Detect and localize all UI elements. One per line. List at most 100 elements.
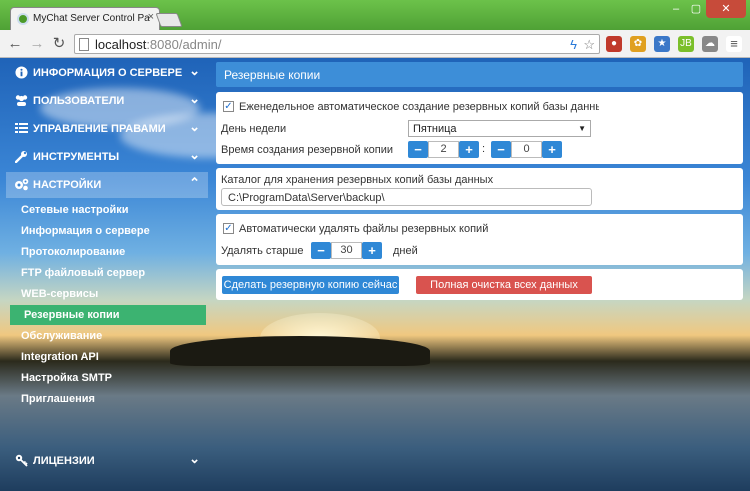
star-extension-icon[interactable]: ★ bbox=[654, 36, 670, 52]
new-tab-button[interactable] bbox=[155, 13, 183, 27]
panel-header: Резервные копии bbox=[216, 62, 743, 87]
actions-card: Сделать резервную копию сейчас Полная оч… bbox=[216, 269, 743, 300]
sidebar-item-label: Информация о сервере bbox=[21, 225, 150, 237]
sidebar-section-tools[interactable]: ИНСТРУМЕНТЫ ⌄ bbox=[6, 144, 208, 170]
sidebar-item-label: Протоколирование bbox=[21, 246, 126, 258]
sidebar-item-maintenance[interactable]: Обслуживание bbox=[14, 326, 210, 346]
dropdown-arrow-icon: ▼ bbox=[578, 124, 586, 133]
page-icon bbox=[79, 38, 89, 51]
days-input[interactable]: 30 bbox=[331, 242, 362, 259]
day-of-week-select[interactable]: Пятница ▼ bbox=[408, 120, 591, 137]
sidebar-item-label: Настройка SMTP bbox=[21, 372, 113, 384]
wrench-icon bbox=[14, 150, 28, 164]
sidebar-section-server-info[interactable]: ИНФОРМАЦИЯ О СЕРВЕРЕ ⌄ bbox=[6, 60, 208, 86]
sidebar-item-server-info[interactable]: Информация о сервере bbox=[14, 221, 210, 241]
sidebar-section-label: ЛИЦЕНЗИИ bbox=[33, 455, 95, 467]
chevron-down-icon: ⌄ bbox=[189, 147, 200, 162]
bolt-icon[interactable]: ϟ bbox=[570, 37, 577, 52]
backup-folder-input[interactable]: C:\ProgramData\Server\backup\ bbox=[221, 188, 592, 206]
delete-older-label: Удалять старше bbox=[221, 245, 304, 257]
address-bar[interactable]: localhost:8080/admin/ ϟ ☆ bbox=[74, 34, 600, 54]
full-clean-button[interactable]: Полная очистка всех данных bbox=[416, 276, 592, 294]
tab-close-icon[interactable]: × bbox=[148, 11, 154, 23]
backup-folder-label: Каталог для хранения резервных копий баз… bbox=[221, 174, 494, 186]
sidebar: ИНФОРМАЦИЯ О СЕРВЕРЕ ⌄ ПОЛЬЗОВАТЕЛИ ⌄ УП… bbox=[6, 58, 208, 491]
sidebar-section-label: ИНСТРУМЕНТЫ bbox=[33, 151, 120, 163]
paw-extension-icon[interactable]: ✿ bbox=[630, 36, 646, 52]
sidebar-item-label: Сетевые настройки bbox=[21, 204, 129, 216]
backup-folder-card: Каталог для хранения резервных копий баз… bbox=[216, 168, 743, 210]
days-increment-button[interactable]: + bbox=[362, 242, 382, 259]
maximize-button[interactable]: ▢ bbox=[686, 0, 706, 18]
close-window-button[interactable]: ✕ bbox=[706, 0, 746, 18]
hours-input[interactable]: 2 bbox=[428, 141, 459, 158]
forward-icon[interactable]: → bbox=[28, 35, 46, 53]
day-of-week-label: День недели bbox=[221, 123, 287, 135]
sidebar-item-label: Integration API bbox=[21, 351, 99, 363]
sidebar-item-ftp[interactable]: FTP файловый сервер bbox=[14, 263, 210, 283]
cloud-extension-icon[interactable]: ☁ bbox=[702, 36, 718, 52]
days-decrement-button[interactable]: − bbox=[311, 242, 331, 259]
hours-decrement-button[interactable]: − bbox=[408, 141, 428, 158]
sidebar-item-network[interactable]: Сетевые настройки bbox=[14, 200, 210, 220]
chevron-down-icon: ⌄ bbox=[189, 91, 200, 106]
tab-title: MyChat Server Control Pa bbox=[33, 13, 150, 24]
sidebar-section-rights[interactable]: УПРАВЛЕНИЕ ПРАВАМИ ⌄ bbox=[6, 116, 208, 142]
chevron-down-icon: ⌄ bbox=[189, 451, 200, 466]
backup-now-button[interactable]: Сделать резервную копию сейчас bbox=[222, 276, 399, 294]
auto-delete-card: ✓ Автоматически удалять файлы резервных … bbox=[216, 214, 743, 265]
favicon-icon bbox=[17, 13, 29, 25]
weekly-backup-checkbox[interactable]: ✓ bbox=[223, 101, 234, 112]
minimize-button[interactable]: – bbox=[666, 0, 686, 18]
url-host: localhost bbox=[95, 37, 147, 52]
browser-toolbar: ← → ↻ localhost:8080/admin/ ϟ ☆ ● ✿ ★ JB… bbox=[0, 30, 750, 58]
backup-time-label: Время создания резервной копии bbox=[221, 144, 394, 156]
minutes-input[interactable]: 0 bbox=[511, 141, 542, 158]
weekly-backup-label: Еженедельное автоматическое создание рез… bbox=[239, 101, 599, 113]
sidebar-item-logging[interactable]: Протоколирование bbox=[14, 242, 210, 262]
sidebar-section-licenses[interactable]: ЛИЦЕНЗИИ ⌄ bbox=[6, 448, 208, 474]
sidebar-section-label: ПОЛЬЗОВАТЕЛИ bbox=[33, 95, 125, 107]
url-path: :8080/admin/ bbox=[146, 37, 222, 52]
sidebar-item-label: Приглашения bbox=[21, 393, 95, 405]
users-icon bbox=[14, 94, 28, 108]
menu-icon[interactable]: ≡ bbox=[726, 36, 742, 52]
sidebar-item-label: Резервные копии bbox=[24, 309, 120, 321]
chevron-up-icon: ⌃ bbox=[189, 175, 200, 190]
gears-icon bbox=[14, 178, 29, 192]
reload-icon[interactable]: ↻ bbox=[50, 35, 68, 53]
time-separator: : bbox=[482, 143, 486, 155]
browser-titlebar: MyChat Server Control Pa × – ▢ ✕ bbox=[0, 0, 750, 30]
sidebar-section-users[interactable]: ПОЛЬЗОВАТЕЛИ ⌄ bbox=[6, 88, 208, 114]
browser-tab[interactable]: MyChat Server Control Pa × bbox=[10, 7, 160, 30]
sidebar-item-label: WEB-сервисы bbox=[21, 288, 99, 300]
sidebar-item-integration-api[interactable]: Integration API bbox=[14, 347, 210, 367]
sidebar-section-label: НАСТРОЙКИ bbox=[33, 179, 102, 191]
hours-increment-button[interactable]: + bbox=[459, 141, 479, 158]
sidebar-item-smtp[interactable]: Настройка SMTP bbox=[14, 368, 210, 388]
bookmark-star-icon[interactable]: ☆ bbox=[583, 37, 595, 53]
list-icon bbox=[14, 122, 28, 136]
stop-extension-icon[interactable]: ● bbox=[606, 36, 622, 52]
auto-delete-label: Автоматически удалять файлы резервных ко… bbox=[239, 223, 489, 235]
info-icon bbox=[14, 66, 28, 80]
minutes-increment-button[interactable]: + bbox=[542, 141, 562, 158]
url-text: localhost:8080/admin/ bbox=[95, 37, 221, 52]
auto-delete-checkbox[interactable]: ✓ bbox=[223, 223, 234, 234]
day-of-week-value: Пятница bbox=[413, 123, 457, 135]
backup-folder-path: C:\ProgramData\Server\backup\ bbox=[228, 192, 385, 204]
sidebar-item-invitations[interactable]: Приглашения bbox=[14, 389, 210, 409]
sidebar-section-label: УПРАВЛЕНИЕ ПРАВАМИ bbox=[33, 123, 166, 135]
jb-extension-icon[interactable]: JB bbox=[678, 36, 694, 52]
days-unit-label: дней bbox=[393, 245, 418, 257]
back-icon[interactable]: ← bbox=[6, 35, 24, 53]
sidebar-item-web-services[interactable]: WEB-сервисы bbox=[14, 284, 210, 304]
weekly-backup-card: ✓ Еженедельное автоматическое создание р… bbox=[216, 92, 743, 164]
sidebar-section-settings[interactable]: НАСТРОЙКИ ⌃ bbox=[6, 172, 208, 198]
key-icon bbox=[14, 454, 28, 468]
minutes-decrement-button[interactable]: − bbox=[491, 141, 511, 158]
page-title: Резервные копии bbox=[224, 68, 321, 82]
sidebar-item-backups[interactable]: Резервные копии bbox=[10, 305, 206, 325]
sidebar-section-label: ИНФОРМАЦИЯ О СЕРВЕРЕ bbox=[33, 67, 183, 79]
sidebar-item-label: Обслуживание bbox=[21, 330, 103, 342]
